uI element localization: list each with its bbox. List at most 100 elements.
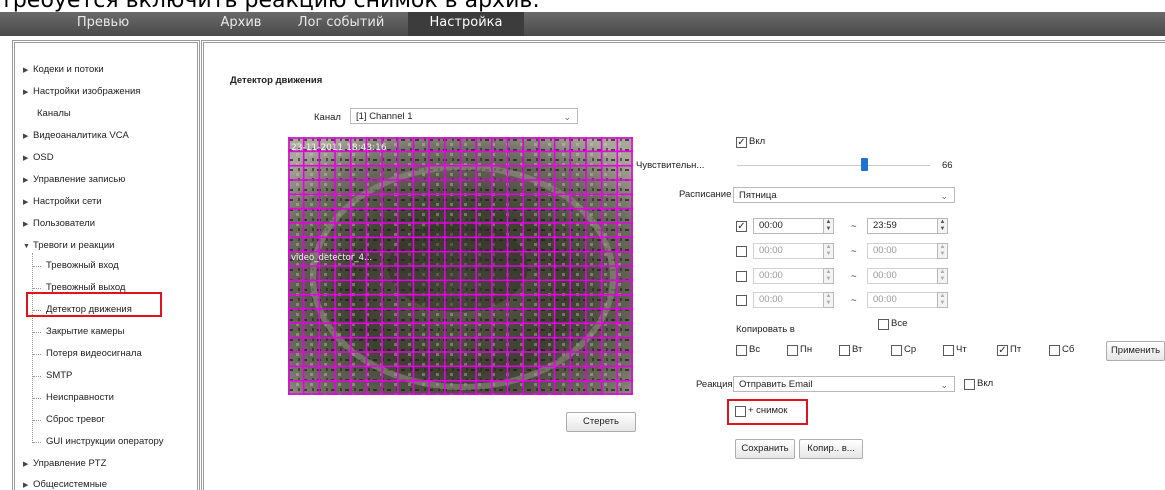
sensitivity-slider-track[interactable]	[737, 165, 930, 166]
sidebar-item-general[interactable]: ▶ Общесистемные	[23, 479, 107, 490]
day-checkbox-thu[interactable]	[943, 345, 954, 356]
copy-to-button[interactable]: Копир.. в...	[799, 439, 863, 459]
apply-button[interactable]: Применить	[1106, 341, 1165, 361]
sidebar-item-label: Управление записью	[33, 174, 126, 185]
tree-tick	[33, 288, 41, 289]
sidebar-item-network[interactable]: ▶ Настройки сети	[23, 196, 102, 207]
sidebar-subitem-tamper[interactable]: Закрытие камеры	[46, 326, 124, 337]
schedule-day-select[interactable]: Пятница ⌄	[733, 187, 955, 203]
snapshot-checkbox[interactable]	[735, 406, 746, 417]
sidebar-subitem-smtp[interactable]: SMTP	[46, 370, 72, 381]
tab-preview[interactable]: Превью	[0, 12, 206, 36]
sidebar-item-channels[interactable]: Каналы	[37, 108, 71, 119]
sidebar-item-vca[interactable]: ▶ Видеоаналитика VCA	[23, 130, 129, 141]
tree-tick	[33, 442, 41, 443]
caret-right-icon: ▶	[23, 221, 29, 228]
video-overlay-label: video_detector_4...	[291, 253, 372, 263]
page-title: Детектор движения	[230, 75, 323, 86]
tab-event-log[interactable]: Лог событий	[276, 12, 406, 36]
sidebar-subitem-video-loss[interactable]: Потеря видеосигнала	[46, 348, 142, 359]
channel-select[interactable]: [1] Channel 1 ⌄	[350, 108, 578, 124]
caret-right-icon: ▶	[23, 199, 29, 206]
sidebar-item-ptz[interactable]: ▶ Управление PTZ	[23, 458, 106, 469]
day-label-tue: Вт	[852, 344, 863, 355]
sidebar-item-label: Каналы	[37, 108, 71, 119]
day-label-fri: Пт	[1010, 344, 1022, 355]
time-row-1-checkbox[interactable]: ✓	[736, 221, 747, 232]
time-row-1-to[interactable]: 23:59	[867, 218, 939, 234]
sidebar-item-label: Настройки сети	[33, 196, 102, 207]
day-checkbox-sun[interactable]	[736, 345, 747, 356]
highlight-box-motion-detector	[26, 292, 162, 317]
sidebar-item-recording[interactable]: ▶ Управление записью	[23, 174, 125, 185]
day-checkbox-wed[interactable]	[891, 345, 902, 356]
channel-label: Канал	[314, 112, 341, 123]
day-checkbox-tue[interactable]	[839, 345, 850, 356]
caret-right-icon: ▶	[23, 89, 29, 96]
day-label-sat: Сб	[1062, 344, 1075, 355]
clear-button[interactable]: Стереть	[566, 412, 636, 432]
time-row-4-to-spinner[interactable]: ▲ ▼	[937, 292, 948, 308]
caret-right-icon: ▶	[23, 133, 29, 140]
tree-tick	[33, 398, 41, 399]
time-row-4-to[interactable]: 00:00	[867, 292, 939, 308]
reaction-enable-label: Вкл	[977, 378, 994, 389]
reaction-select[interactable]: Отправить Email ⌄	[733, 376, 955, 392]
reaction-enable-checkbox[interactable]	[964, 379, 975, 390]
copy-to-label: Копировать в	[736, 324, 795, 335]
day-checkbox-sat[interactable]	[1049, 345, 1060, 356]
sensitivity-label: Чувствительн...	[636, 160, 705, 171]
sidebar-item-label: Настройки изображения	[33, 86, 141, 97]
time-row-2-from[interactable]: 00:00	[753, 243, 825, 259]
time-row-3-from[interactable]: 00:00	[753, 268, 825, 284]
time-row-4-checkbox[interactable]	[736, 295, 747, 306]
all-days-checkbox[interactable]	[878, 319, 889, 330]
time-row-2-from-spinner[interactable]: ▲ ▼	[823, 243, 834, 259]
tree-tick	[33, 354, 41, 355]
time-row-3-from-spinner[interactable]: ▲ ▼	[823, 268, 834, 284]
sidebar-subitem-gui-instructions[interactable]: GUI инструкции оператору	[46, 436, 163, 447]
caret-down-icon: ▼	[23, 243, 30, 250]
tilde: ~	[851, 295, 857, 306]
sidebar: ▶ Кодеки и потоки ▶ Настройки изображения …	[12, 40, 200, 490]
time-row-3-to[interactable]: 00:00	[867, 268, 939, 284]
day-checkbox-mon[interactable]	[787, 345, 798, 356]
save-button[interactable]: Сохранить	[735, 439, 795, 459]
time-row-1-from-spinner[interactable]: ▲ ▼	[823, 218, 834, 234]
tilde: ~	[851, 246, 857, 257]
sidebar-subitem-alarm-reset[interactable]: Сброс тревог	[46, 414, 105, 425]
sensitivity-value: 66	[942, 160, 953, 171]
sidebar-item-label: Пользователи	[33, 218, 96, 229]
sidebar-item-osd[interactable]: ▶ OSD	[23, 152, 54, 163]
caption-text: требуется включить реакцию снимок в архи…	[0, 0, 1165, 12]
time-row-2-to-spinner[interactable]: ▲ ▼	[937, 243, 948, 259]
time-row-2-checkbox[interactable]	[736, 246, 747, 257]
sidebar-item-label: Тревоги и реакции	[33, 240, 115, 251]
sidebar-item-alarms[interactable]: ▼ Тревоги и реакции	[23, 240, 114, 251]
schedule-label: Расписание	[679, 189, 732, 200]
reaction-label: Реакция	[696, 379, 733, 390]
sidebar-subitem-alarm-in[interactable]: Тревожный вход	[46, 260, 119, 271]
tilde: ~	[851, 271, 857, 282]
sidebar-item-users[interactable]: ▶ Пользователи	[23, 218, 95, 229]
enable-checkbox[interactable]: ✓	[736, 137, 747, 148]
video-preview[interactable]: 23-11-2011 18:43:16 video_detector_4...	[288, 137, 633, 395]
sidebar-subitem-faults[interactable]: Неисправности	[46, 392, 114, 403]
sidebar-item-label: OSD	[33, 152, 54, 163]
sidebar-item-image[interactable]: ▶ Настройки изображения	[23, 86, 140, 97]
time-row-1-to-spinner[interactable]: ▲ ▼	[937, 218, 948, 234]
time-row-4-from-spinner[interactable]: ▲ ▼	[823, 292, 834, 308]
tab-settings[interactable]: Настройка	[408, 12, 524, 36]
time-row-3-checkbox[interactable]	[736, 271, 747, 282]
caret-right-icon: ▶	[23, 155, 29, 162]
time-row-2-to[interactable]: 00:00	[867, 243, 939, 259]
time-row-4-from[interactable]: 00:00	[753, 292, 825, 308]
day-label-sun: Вс	[749, 344, 761, 355]
tab-archive[interactable]: Архив	[206, 12, 276, 36]
sidebar-item-codecs[interactable]: ▶ Кодеки и потоки	[23, 64, 104, 75]
chevron-down-icon: ⌄	[940, 191, 948, 201]
time-row-3-to-spinner[interactable]: ▲ ▼	[937, 268, 948, 284]
day-checkbox-fri[interactable]: ✓	[997, 345, 1008, 356]
sensitivity-slider-thumb[interactable]	[861, 158, 869, 171]
time-row-1-from[interactable]: 00:00	[753, 218, 825, 234]
